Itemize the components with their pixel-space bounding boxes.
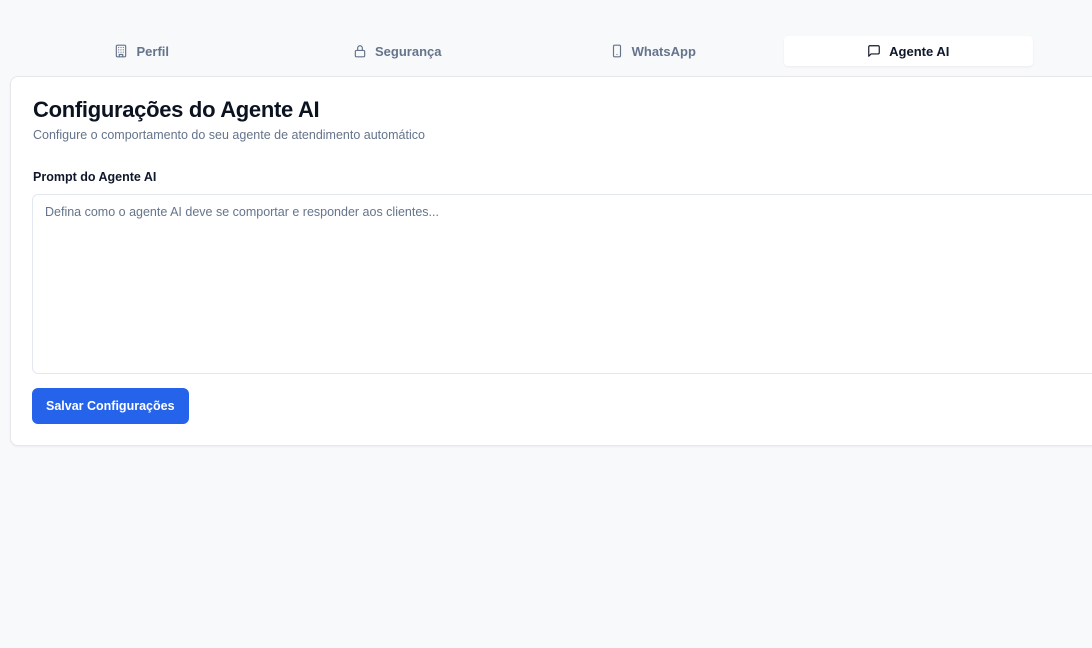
tab-label: Perfil xyxy=(136,43,169,59)
tab-seguranca[interactable]: Segurança xyxy=(273,36,523,66)
prompt-label: Prompt do Agente AI xyxy=(33,170,157,184)
agent-settings-card: Configurações do Agente AI Configure o c… xyxy=(10,76,1092,446)
smartphone-icon xyxy=(610,44,624,58)
card-description: Configure o comportamento do seu agente … xyxy=(33,128,425,142)
save-button[interactable]: Salvar Configurações xyxy=(32,388,189,424)
tab-agente-ai[interactable]: Agente AI xyxy=(783,36,1033,66)
prompt-textarea[interactable] xyxy=(32,194,1092,374)
tab-whatsapp[interactable]: WhatsApp xyxy=(528,36,778,66)
settings-tabs: Perfil Segurança WhatsApp Agente AI xyxy=(14,33,1036,69)
lock-icon xyxy=(353,44,367,58)
building-icon xyxy=(114,44,128,58)
tab-label: Segurança xyxy=(375,43,442,59)
tab-label: WhatsApp xyxy=(631,43,696,59)
page-header-cropped xyxy=(0,0,1092,6)
card-title: Configurações do Agente AI xyxy=(33,97,320,122)
message-square-icon xyxy=(867,44,881,58)
tab-label: Agente AI xyxy=(889,43,950,59)
tab-perfil[interactable]: Perfil xyxy=(17,36,267,66)
